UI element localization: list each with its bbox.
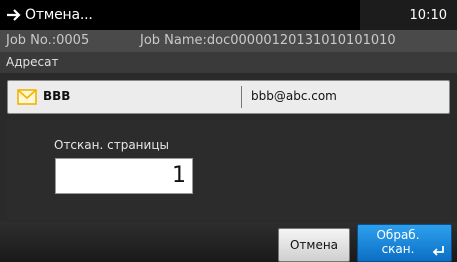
destination-name: BBB (43, 89, 71, 103)
job-name: Job Name:doc00000120131010101010 (140, 33, 396, 48)
status-bar: Отмена... 10:10 (0, 0, 457, 30)
clock: 10:10 (360, 0, 457, 30)
arrow-right-icon (7, 9, 21, 21)
process-scan-button[interactable]: Обраб. скан. (357, 224, 452, 262)
scan-status-panel: Отскан. страницы 1 (7, 120, 450, 220)
scanned-pages-count: 1 (55, 158, 193, 194)
scanned-pages-label: Отскан. страницы (54, 138, 169, 152)
destination-section-label: Адресат (6, 55, 59, 69)
job-number: Job No.:0005 (6, 33, 90, 48)
destination-divider (241, 86, 242, 108)
cancel-button[interactable]: Отмена (278, 228, 350, 262)
destination-header: Адресат (0, 52, 457, 73)
enter-icon (432, 246, 444, 256)
process-scan-label: Обраб. скан. (376, 228, 420, 256)
job-info-bar: Job No.:0005 Job Name:doc000001201310101… (0, 30, 457, 52)
envelope-icon (17, 89, 37, 105)
status-message: Отмена... (25, 7, 93, 23)
destination-row[interactable]: BBB bbb@abc.com (7, 80, 450, 114)
status-area: Отмена... (0, 0, 360, 30)
destination-email: bbb@abc.com (251, 89, 337, 103)
